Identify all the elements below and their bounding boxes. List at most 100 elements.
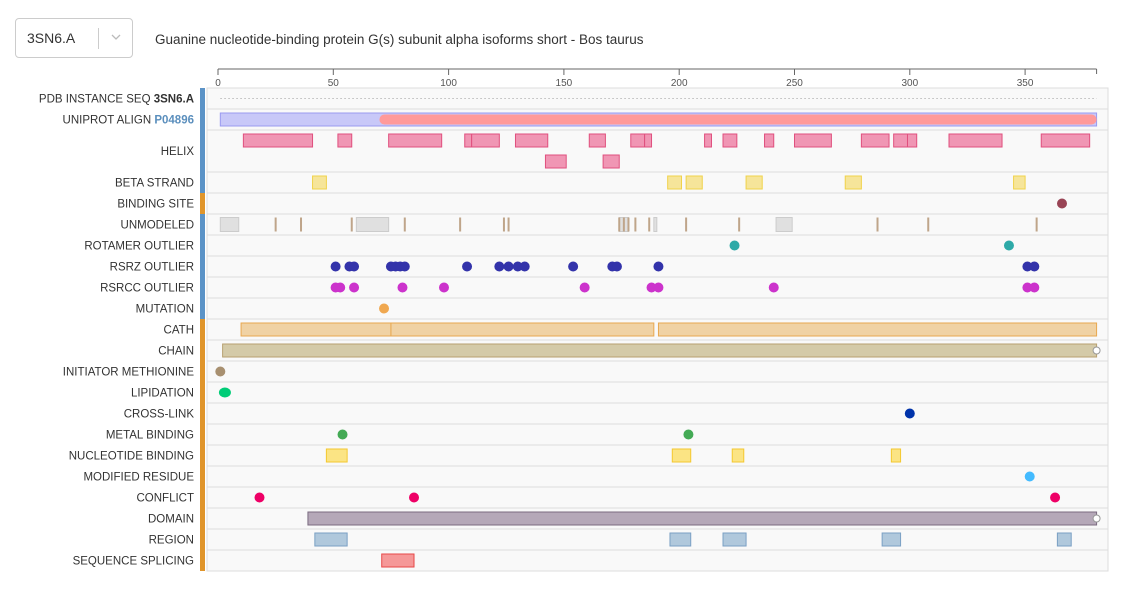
feature-block[interactable] <box>242 133 314 148</box>
feature-block[interactable] <box>602 154 620 169</box>
feature-block[interactable] <box>464 133 473 148</box>
unmodeled-residue[interactable] <box>622 217 625 232</box>
unmodeled-residue[interactable] <box>738 217 741 232</box>
feature-block[interactable] <box>722 532 747 547</box>
feature-point[interactable] <box>904 408 915 419</box>
feature-point[interactable] <box>379 303 390 314</box>
feature-block[interactable] <box>1056 532 1072 547</box>
feature-block[interactable] <box>644 133 653 148</box>
feature-bar[interactable] <box>307 511 1098 526</box>
feature-point[interactable] <box>399 261 410 272</box>
feature-block[interactable] <box>544 154 567 169</box>
feature-block[interactable] <box>764 133 775 148</box>
feature-block[interactable] <box>1013 175 1026 190</box>
feature-block[interactable] <box>390 322 655 337</box>
feature-block[interactable] <box>881 532 902 547</box>
unmodeled-residue[interactable] <box>634 217 637 232</box>
unmodeled-residue[interactable] <box>618 217 621 232</box>
feature-point[interactable] <box>215 366 226 377</box>
feature-point[interactable] <box>462 261 473 272</box>
feature-point[interactable] <box>1029 261 1040 272</box>
unmodeled-residue[interactable] <box>627 217 630 232</box>
feature-block[interactable] <box>312 175 327 190</box>
feature-block[interactable] <box>906 133 918 148</box>
feature-point[interactable] <box>579 282 590 293</box>
feature-block[interactable] <box>669 532 692 547</box>
feature-block[interactable] <box>588 133 606 148</box>
feature-point[interactable] <box>568 261 579 272</box>
feature-point[interactable] <box>330 261 341 272</box>
unmodeled-residue[interactable] <box>459 217 462 232</box>
feature-block[interactable] <box>893 133 908 148</box>
unmodeled-residue[interactable] <box>502 217 505 232</box>
feature-point[interactable] <box>397 282 408 293</box>
unmodeled-region[interactable] <box>775 217 793 232</box>
feature-point[interactable] <box>519 261 530 272</box>
feature-block[interactable] <box>471 133 500 148</box>
feature-point[interactable] <box>729 240 740 251</box>
feature-point[interactable] <box>218 387 231 398</box>
feature-block[interactable] <box>240 322 392 337</box>
feature-point[interactable] <box>438 282 449 293</box>
feature-block[interactable] <box>381 553 415 568</box>
unmodeled-residue[interactable] <box>876 217 879 232</box>
unmodeled-residue[interactable] <box>507 217 510 232</box>
feature-point[interactable] <box>611 261 622 272</box>
feature-point[interactable] <box>1029 282 1040 293</box>
unmodeled-residue[interactable] <box>403 217 406 232</box>
feature-point[interactable] <box>768 282 779 293</box>
unmodeled-region[interactable] <box>219 217 240 232</box>
feature-point[interactable] <box>1056 198 1067 209</box>
feature-block[interactable] <box>731 448 745 463</box>
feature-block[interactable] <box>1040 133 1091 148</box>
feature-point[interactable] <box>349 282 360 293</box>
feature-point[interactable] <box>653 261 664 272</box>
feature-block[interactable] <box>948 133 1003 148</box>
feature-point[interactable] <box>683 429 694 440</box>
feature-point[interactable] <box>335 282 346 293</box>
feature-block[interactable] <box>314 532 348 547</box>
feature-point[interactable] <box>337 429 348 440</box>
feature-point[interactable] <box>1003 240 1014 251</box>
feature-bar[interactable] <box>222 343 1098 358</box>
unmodeled-region[interactable] <box>355 217 390 232</box>
feature-block[interactable] <box>794 133 832 148</box>
feature-block[interactable] <box>388 133 443 148</box>
unmodeled-residue[interactable] <box>350 217 353 232</box>
feature-point[interactable] <box>349 261 360 272</box>
feature-block[interactable] <box>890 448 902 463</box>
unmodeled-residue[interactable] <box>648 217 651 232</box>
feature-point[interactable] <box>409 492 420 503</box>
feature-point[interactable] <box>653 282 664 293</box>
feature-block[interactable] <box>325 448 348 463</box>
feature-block[interactable] <box>514 133 549 148</box>
feature-point[interactable] <box>254 492 265 503</box>
unmodeled-region[interactable] <box>653 217 658 232</box>
unmodeled-residue[interactable] <box>685 217 688 232</box>
feature-block[interactable] <box>337 133 353 148</box>
unmodeled-residue[interactable] <box>927 217 930 232</box>
chevron-down-icon[interactable] <box>109 30 123 44</box>
feature-block[interactable] <box>671 448 692 463</box>
feature-block[interactable] <box>704 133 712 148</box>
uniprot-accession-link[interactable]: P04896 <box>151 115 194 127</box>
feature-block[interactable] <box>722 133 738 148</box>
feature-point[interactable] <box>1024 471 1035 482</box>
unmodeled-residue[interactable] <box>274 217 277 232</box>
track-group-bar <box>200 424 205 445</box>
chain-selector[interactable]: 3SN6.A <box>15 18 133 58</box>
feature-block[interactable] <box>844 175 862 190</box>
feature-point[interactable] <box>503 261 514 272</box>
unmodeled-residue[interactable] <box>1035 217 1038 232</box>
feature-block[interactable] <box>860 133 890 148</box>
unmodeled-residue[interactable] <box>300 217 303 232</box>
feature-block[interactable] <box>630 133 646 148</box>
x-axis-tick-label: 200 <box>671 78 688 89</box>
feature-block[interactable] <box>657 322 1098 337</box>
feature-point[interactable] <box>1050 492 1061 503</box>
feature-block[interactable] <box>667 175 683 190</box>
x-axis-tick-label: 250 <box>786 78 803 89</box>
feature-block[interactable] <box>745 175 763 190</box>
feature-block[interactable] <box>685 175 703 190</box>
feature-point[interactable] <box>494 261 505 272</box>
